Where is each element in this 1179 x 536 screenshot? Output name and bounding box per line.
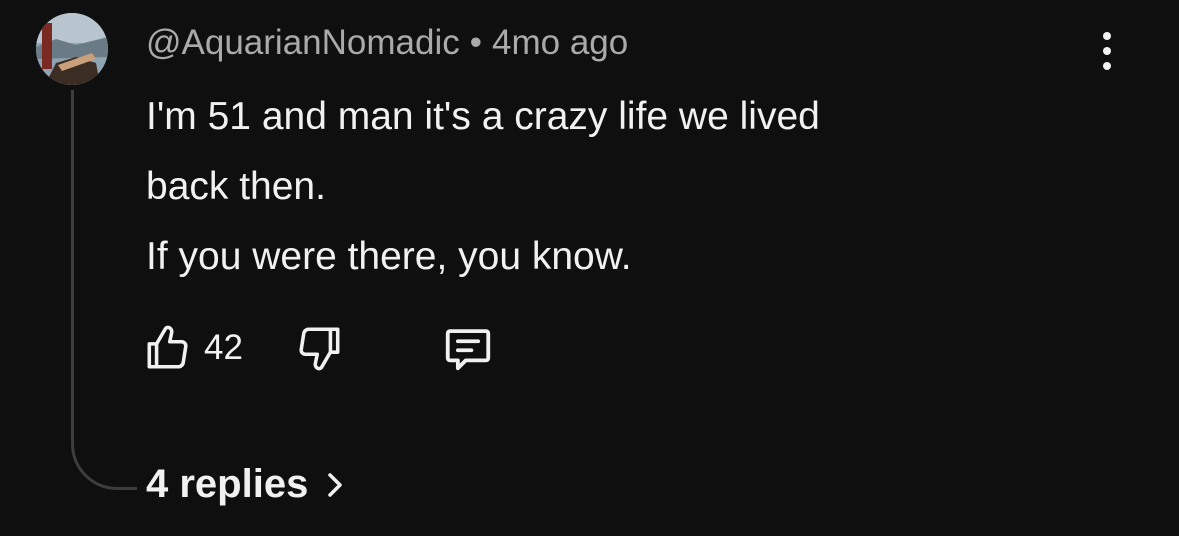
comment-meta: @AquarianNomadic • 4mo ago	[146, 22, 628, 64]
more-options-button[interactable]	[1088, 28, 1126, 74]
comment-author[interactable]: @AquarianNomadic	[146, 23, 460, 62]
dislike-button[interactable]	[295, 323, 345, 373]
comment-timestamp[interactable]: 4mo ago	[492, 23, 628, 62]
comment-line: I'm 51 and man it's a crazy life we live…	[146, 95, 820, 138]
chevron-right-icon	[324, 469, 346, 501]
avatar-image	[36, 13, 108, 85]
replies-label: 4 replies	[146, 462, 309, 506]
thumbs-down-icon	[299, 327, 340, 371]
avatar[interactable]	[36, 13, 108, 85]
comment-line: If you were there, you know.	[146, 235, 632, 278]
thread-connector-line	[71, 90, 137, 490]
comment-line: back then.	[146, 165, 326, 208]
thumbs-up-icon	[147, 325, 188, 369]
view-replies-button[interactable]: 4 replies	[146, 462, 346, 507]
like-count: 42	[204, 328, 243, 367]
like-button[interactable]: 42	[142, 323, 243, 373]
comment-actions: 42	[142, 320, 495, 376]
reply-button[interactable]	[441, 321, 495, 375]
comment-text: I'm 51 and man it's a crazy life we live…	[146, 82, 1106, 292]
more-vertical-icon	[1103, 32, 1111, 40]
meta-separator: •	[469, 23, 483, 62]
comment-icon	[445, 329, 491, 371]
